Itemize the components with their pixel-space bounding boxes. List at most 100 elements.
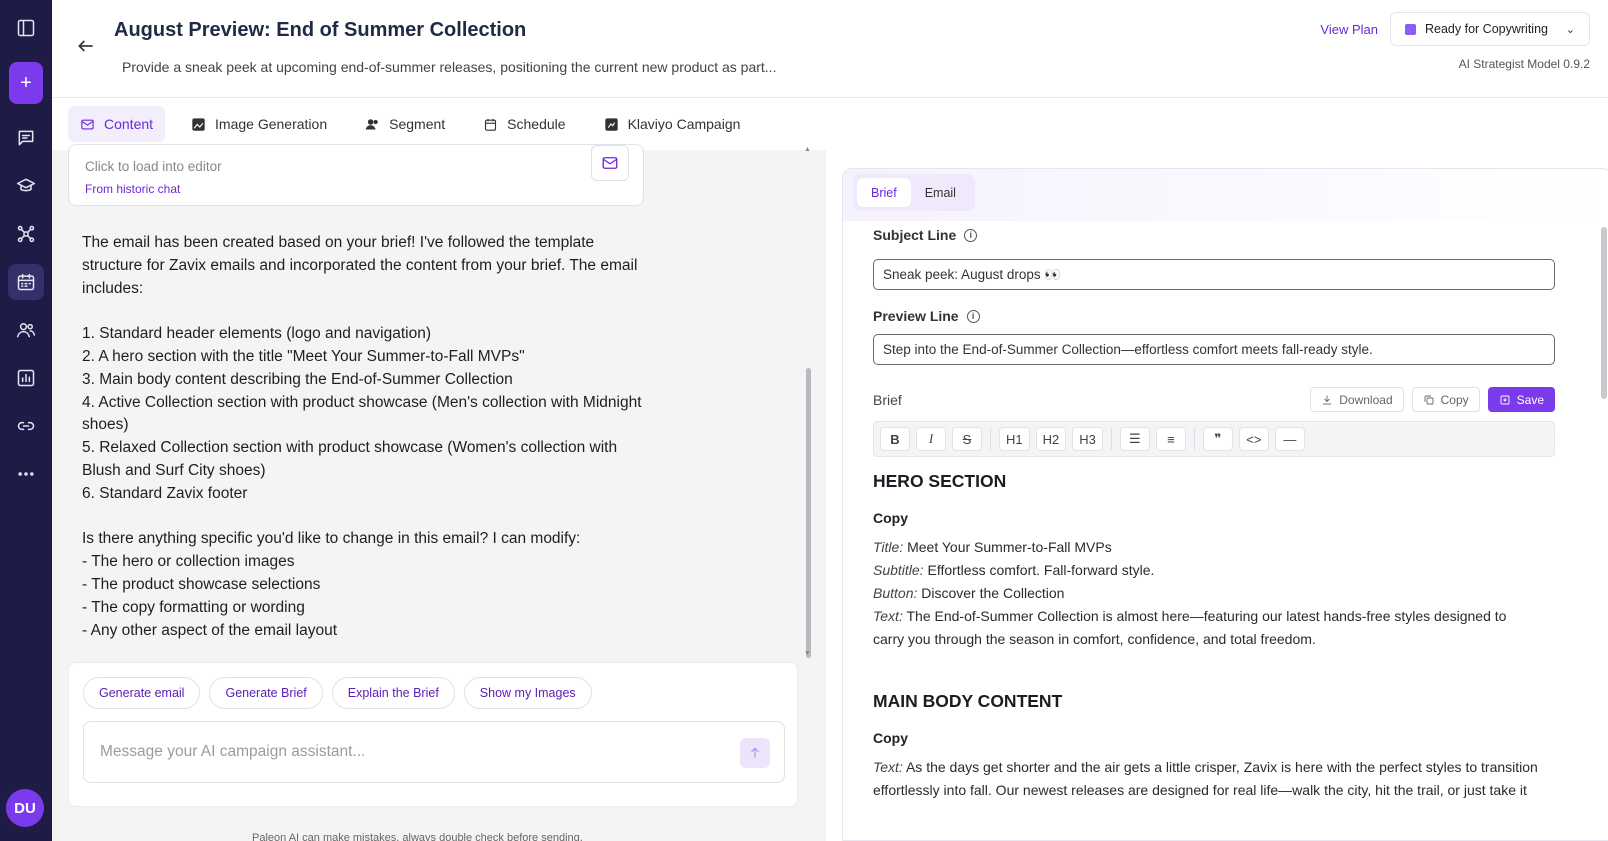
tab-schedule[interactable]: Schedule bbox=[471, 106, 577, 142]
bullet-list-button[interactable]: ☰ bbox=[1119, 427, 1150, 451]
info-icon[interactable]: i bbox=[966, 309, 980, 323]
tab-email[interactable]: Email bbox=[911, 178, 970, 207]
sidebar-item-calendar[interactable] bbox=[8, 264, 44, 300]
tab-label: Schedule bbox=[507, 116, 566, 132]
view-plan-link[interactable]: View Plan bbox=[1320, 22, 1378, 37]
users-icon bbox=[365, 118, 378, 130]
hero-button-line: Button: Discover the Collection bbox=[873, 585, 1065, 601]
sidebar-item-analytics[interactable] bbox=[8, 360, 44, 396]
new-campaign-button[interactable]: + bbox=[9, 62, 43, 104]
sidebar-item-network[interactable] bbox=[8, 216, 44, 252]
main-text-line-2: effortlessly into fall. Our newest relea… bbox=[873, 782, 1527, 798]
subject-line-input[interactable]: Sneak peek: August drops 👀 bbox=[873, 259, 1555, 290]
message-line: 1. Standard header elements (logo and na… bbox=[82, 325, 431, 343]
image-icon bbox=[192, 117, 205, 131]
chat-pane: Click to load into editor From historic … bbox=[52, 144, 826, 841]
link-icon bbox=[17, 421, 35, 431]
sidebar-item-integrations[interactable] bbox=[8, 408, 44, 444]
message-line: Is there anything specific you'd like to… bbox=[82, 530, 581, 548]
save-icon bbox=[1500, 395, 1510, 404]
copy-button[interactable]: Copy bbox=[1411, 387, 1480, 412]
main-body-heading: MAIN BODY CONTENT bbox=[873, 691, 1063, 711]
more-icon bbox=[18, 472, 34, 476]
scrollbar-thumb[interactable] bbox=[806, 368, 811, 658]
tab-label: Content bbox=[104, 116, 154, 132]
scroll-up-icon[interactable]: ▲ bbox=[804, 146, 811, 153]
strikethrough-button[interactable]: S bbox=[952, 427, 982, 451]
heading1-button[interactable]: H1 bbox=[999, 427, 1030, 451]
send-button[interactable] bbox=[740, 738, 770, 768]
tab-image-generation[interactable]: Image Generation bbox=[179, 106, 339, 142]
editor-segmented-control: Brief Email bbox=[853, 174, 975, 211]
divider-button[interactable]: — bbox=[1274, 427, 1305, 451]
chip-explain-brief[interactable]: Explain the Brief bbox=[331, 677, 455, 709]
message-spacer bbox=[82, 300, 642, 323]
chip-generate-email[interactable]: Generate email bbox=[83, 677, 201, 709]
code-button[interactable]: <> bbox=[1238, 427, 1269, 451]
arrow-up-icon bbox=[751, 747, 759, 758]
message-placeholder: Message your AI campaign assistant... bbox=[100, 743, 366, 760]
message-line: 5. Relaxed Collection section with produ… bbox=[82, 439, 622, 479]
model-version: AI Strategist Model 0.9.2 bbox=[1458, 57, 1590, 71]
sidebar-toggle-icon bbox=[17, 19, 35, 37]
tab-segment[interactable]: Segment bbox=[353, 106, 457, 142]
message-line: 4. Active Collection section with produc… bbox=[82, 393, 646, 434]
rich-text-toolbar: B I S H1 H2 H3 ☰ ≡ ❞ <> — bbox=[873, 421, 1555, 457]
sidebar-item-more[interactable] bbox=[8, 456, 44, 492]
tab-klaviyo-campaign[interactable]: Klaviyo Campaign bbox=[592, 106, 753, 142]
divider-icon: — bbox=[1283, 431, 1297, 447]
toolbar-divider bbox=[1110, 428, 1112, 450]
sidebar-item-users[interactable] bbox=[8, 312, 44, 348]
message-spacer bbox=[82, 506, 642, 529]
brief-content[interactable]: HERO SECTION Copy Title: Meet Your Summe… bbox=[873, 471, 1563, 802]
disclaimer-text: Paleon AI can make mistakes, always doub… bbox=[252, 832, 583, 841]
numbered-list-button[interactable]: ≡ bbox=[1155, 427, 1186, 451]
chevron-down-icon: ⌄ bbox=[1565, 23, 1575, 36]
hero-copy-label: Copy bbox=[873, 510, 908, 526]
editor-scrollbar-thumb[interactable] bbox=[1601, 227, 1607, 399]
avatar[interactable]: DU bbox=[6, 789, 44, 827]
hero-subtitle-line: Subtitle: Effortless comfort. Fall-forwa… bbox=[873, 562, 1155, 578]
numbered-list-icon: ≡ bbox=[1167, 431, 1175, 447]
sidebar-item-learn[interactable] bbox=[8, 168, 44, 204]
message-input[interactable]: Message your AI campaign assistant... bbox=[83, 721, 785, 783]
mail-icon bbox=[602, 157, 618, 169]
preview-line-input[interactable]: Step into the End-of-Summer Collection—e… bbox=[873, 334, 1555, 365]
calendar-icon bbox=[485, 118, 497, 131]
load-into-editor-text: Click to load into editor bbox=[85, 159, 222, 174]
chip-generate-brief[interactable]: Generate Brief bbox=[209, 677, 323, 709]
status-label: Ready for Copywriting bbox=[1425, 22, 1548, 36]
calendar-icon bbox=[17, 273, 35, 291]
tab-content[interactable]: Content bbox=[68, 106, 166, 142]
download-button[interactable]: Download bbox=[1310, 387, 1404, 412]
status-dropdown[interactable]: Ready for Copywriting ⌄ bbox=[1390, 12, 1590, 46]
scroll-down-icon[interactable]: ▼ bbox=[804, 650, 811, 657]
info-icon[interactable]: i bbox=[964, 228, 978, 242]
italic-button[interactable]: I bbox=[916, 427, 946, 451]
download-icon bbox=[1323, 395, 1332, 404]
chart-icon bbox=[17, 369, 35, 387]
sidebar-item-chat[interactable] bbox=[8, 120, 44, 156]
arrow-left-icon bbox=[78, 40, 93, 52]
message-line: - The copy formatting or wording bbox=[82, 598, 305, 616]
open-email-button[interactable] bbox=[591, 145, 629, 181]
message-line: - Any other aspect of the email layout bbox=[82, 621, 338, 639]
save-button[interactable]: Save bbox=[1487, 387, 1555, 412]
message-line: 3. Main body content describing the End-… bbox=[82, 370, 513, 388]
chip-show-images[interactable]: Show my Images bbox=[463, 677, 592, 709]
heading3-button[interactable]: H3 bbox=[1072, 427, 1103, 451]
chat-scrollbar[interactable]: ▲ ▼ bbox=[804, 146, 814, 662]
quote-button[interactable]: ❞ bbox=[1202, 427, 1233, 451]
historic-email-card[interactable]: Click to load into editor From historic … bbox=[68, 144, 644, 206]
heading2-button[interactable]: H2 bbox=[1035, 427, 1067, 451]
back-button[interactable] bbox=[76, 36, 98, 58]
hero-text-line: Text: The End-of-Summer Collection is al… bbox=[873, 608, 1507, 624]
bold-button[interactable]: B bbox=[880, 427, 910, 451]
message-line: - The product showcase selections bbox=[82, 575, 321, 593]
subject-line-label: Subject Line i bbox=[873, 227, 978, 243]
tab-brief[interactable]: Brief bbox=[857, 178, 911, 207]
brief-label: Brief bbox=[873, 392, 902, 408]
sidebar-toggle-button[interactable] bbox=[8, 10, 44, 46]
hero-title-line: Title: Meet Your Summer-to-Fall MVPs bbox=[873, 539, 1112, 555]
tab-label: Image Generation bbox=[215, 116, 328, 132]
